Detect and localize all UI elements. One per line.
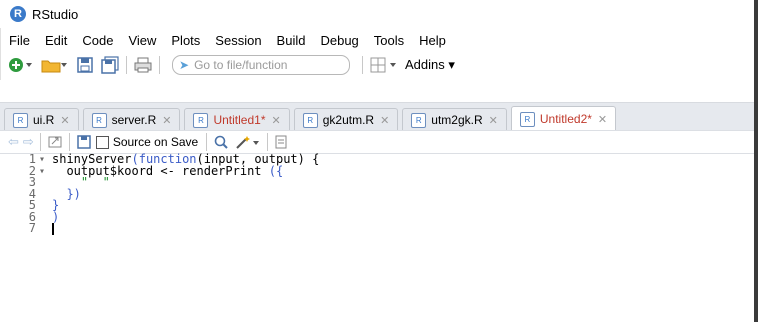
tab-label: Untitled2* [539, 112, 592, 126]
menu-bar: File Edit Code View Plots Session Build … [0, 30, 452, 50]
menu-session[interactable]: Session [215, 33, 261, 48]
r-file-icon: R [13, 112, 28, 128]
text-cursor [52, 223, 54, 235]
rstudio-logo-icon: R [10, 6, 26, 22]
closing-brace: }) [66, 186, 81, 201]
r-file-icon: R [302, 112, 318, 128]
new-file-icon[interactable] [8, 55, 34, 75]
tab-untitled1[interactable]: R Untitled1* ✕ [184, 108, 290, 131]
menu-help[interactable]: Help [419, 33, 446, 48]
close-icon[interactable]: ✕ [380, 114, 389, 127]
menu-code[interactable]: Code [82, 33, 113, 48]
tab-label: gk2utm.R [322, 113, 375, 127]
fold-toggle-icon[interactable]: ▾ [36, 166, 48, 178]
arrow-right-icon: ➤ [179, 58, 190, 72]
menu-file[interactable]: File [9, 33, 30, 48]
r-file-icon: R [91, 112, 107, 128]
title-bar: R RStudio [0, 0, 758, 28]
window-right-border [754, 0, 758, 322]
code-line: 6 ) [0, 209, 758, 224]
print-icon[interactable] [133, 55, 153, 75]
close-icon[interactable]: ✕ [60, 114, 69, 127]
menu-debug[interactable]: Debug [320, 33, 358, 48]
close-icon[interactable]: ✕ [489, 114, 498, 127]
menu-plots[interactable]: Plots [171, 33, 200, 48]
code-line: 3 " " [0, 175, 758, 189]
tab-untitled2[interactable]: R Untitled2* ✕ [510, 106, 617, 131]
source-on-save-label: Source on Save [112, 135, 199, 149]
code-line: 4 }) [0, 186, 758, 201]
go-to-file-placeholder: Go to file/function [194, 58, 288, 72]
menu-build[interactable]: Build [277, 33, 306, 48]
r-file-icon: R [411, 112, 427, 128]
menu-view[interactable]: View [128, 33, 156, 48]
close-icon[interactable]: ✕ [598, 113, 607, 126]
tab-label: ui.R [33, 113, 55, 127]
save-all-icon[interactable] [100, 55, 120, 75]
tab-ui-r[interactable]: R ui.R ✕ [4, 108, 79, 131]
open-folder-icon[interactable] [40, 55, 68, 75]
string-literal: " " [80, 175, 110, 189]
pane-spacer [0, 80, 758, 102]
main-toolbar: ➤ Go to file/function Addins ▾ [0, 52, 758, 78]
document-outline-icon[interactable] [274, 132, 288, 152]
tab-gk2utm-r[interactable]: R gk2utm.R ✕ [293, 108, 399, 131]
menu-edit[interactable]: Edit [45, 33, 67, 48]
go-to-file-input[interactable]: ➤ Go to file/function [172, 55, 350, 75]
grid-layout-icon[interactable] [369, 55, 399, 75]
code-line: 2 ▾ output$koord <- renderPrint ({ [0, 163, 758, 178]
code-text: ) [52, 209, 60, 224]
fold-toggle-icon[interactable]: ▾ [36, 154, 48, 166]
back-arrow-icon[interactable]: ⇦ [8, 134, 19, 150]
save-icon[interactable] [76, 132, 92, 152]
tab-label: Untitled1* [213, 113, 266, 127]
tab-utm2gk-r[interactable]: R utm2gk.R ✕ [402, 108, 507, 131]
toolbar-separator [267, 133, 269, 151]
toolbar-separator [126, 56, 127, 74]
editor-toolbar: ⇦ ⇨ Source on Save [0, 130, 758, 154]
show-in-window-icon[interactable] [47, 132, 63, 152]
save-icon[interactable] [76, 55, 94, 75]
toolbar-separator [159, 56, 160, 74]
window-title: RStudio [32, 6, 79, 22]
editor-tab-bar: R ui.R ✕ R server.R ✕ R Untitled1* ✕ R g… [0, 102, 758, 131]
tab-label: server.R [111, 113, 157, 127]
line-number: 7 [28, 221, 36, 235]
search-icon[interactable] [213, 132, 229, 152]
r-file-icon: R [193, 112, 209, 128]
source-on-save-checkbox[interactable] [95, 135, 109, 149]
toolbar-separator [39, 133, 41, 151]
r-file-icon: R [519, 111, 535, 127]
code-editor[interactable]: 1 ▾ shinyServer(function(input, output) … [0, 153, 758, 322]
addins-menu[interactable]: Addins ▾ [405, 57, 455, 73]
toolbar-separator [68, 133, 70, 151]
close-icon[interactable]: ✕ [272, 114, 281, 127]
menu-tools[interactable]: Tools [374, 33, 404, 48]
toolbar-separator [206, 133, 208, 151]
paren: ({ [268, 163, 284, 178]
tab-server-r[interactable]: R server.R ✕ [82, 108, 181, 131]
code-line: 5 } [0, 199, 758, 212]
toolbar-separator [362, 56, 363, 74]
code-line: 7 [0, 221, 758, 235]
forward-arrow-icon[interactable]: ⇨ [23, 134, 34, 150]
code-text [48, 223, 54, 235]
tab-label: utm2gk.R [431, 113, 483, 127]
close-icon[interactable]: ✕ [162, 114, 171, 127]
code-tools-wand-icon[interactable] [235, 132, 261, 152]
